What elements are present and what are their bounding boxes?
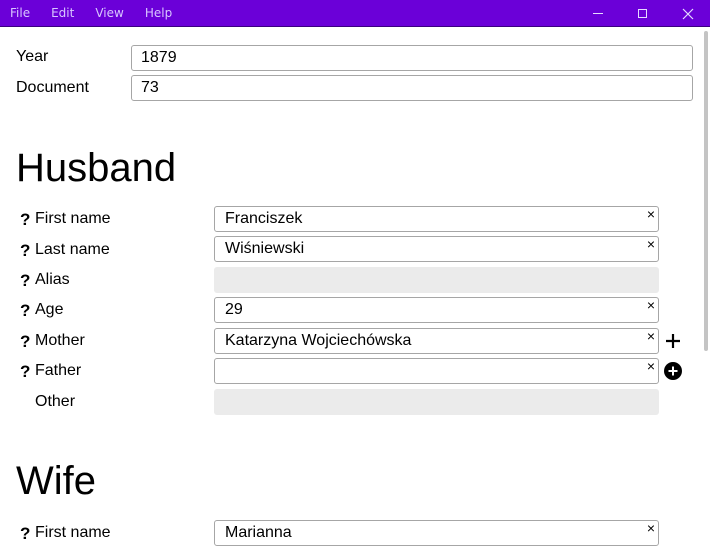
plus-circle-icon[interactable] bbox=[664, 362, 682, 380]
help-icon[interactable]: ? bbox=[20, 271, 30, 291]
husband-first-name-value: Franciszek bbox=[225, 210, 303, 227]
plus-icon[interactable] bbox=[664, 332, 682, 350]
wife-first-name-field[interactable]: Marianna × bbox=[214, 520, 659, 546]
husband-last-name-label: Last name bbox=[35, 241, 110, 258]
maximize-icon[interactable] bbox=[620, 0, 665, 27]
husband-alias-field bbox=[214, 267, 659, 293]
wife-heading: Wife bbox=[16, 459, 96, 503]
help-icon[interactable]: ? bbox=[20, 362, 30, 382]
help-icon[interactable]: ? bbox=[20, 210, 30, 230]
husband-mother-label: Mother bbox=[35, 332, 85, 349]
husband-father-label: Father bbox=[35, 362, 82, 379]
menu-help[interactable]: Help bbox=[145, 6, 172, 20]
husband-first-name-label: First name bbox=[35, 210, 111, 227]
husband-age-label: Age bbox=[35, 301, 64, 318]
menu-edit[interactable]: Edit bbox=[51, 6, 74, 20]
husband-father-field[interactable]: × bbox=[214, 358, 659, 384]
husband-other-field bbox=[214, 389, 659, 415]
help-icon[interactable]: ? bbox=[20, 332, 30, 352]
year-input[interactable]: 1879 bbox=[131, 45, 693, 71]
help-icon[interactable]: ? bbox=[20, 524, 30, 544]
help-icon[interactable]: ? bbox=[20, 241, 30, 261]
husband-last-name-value: Wiśniewski bbox=[225, 240, 305, 257]
title-bar: File Edit View Help bbox=[0, 0, 710, 27]
husband-age-field[interactable]: 29 × bbox=[214, 297, 659, 323]
husband-mother-field[interactable]: Katarzyna Wojciechówska × bbox=[214, 328, 659, 354]
year-label: Year bbox=[16, 48, 49, 65]
clear-icon[interactable]: × bbox=[647, 358, 655, 374]
menu-view[interactable]: View bbox=[95, 6, 123, 20]
clear-icon[interactable]: × bbox=[647, 328, 655, 344]
wife-first-name-value: Marianna bbox=[225, 524, 292, 541]
clear-icon[interactable]: × bbox=[647, 297, 655, 313]
document-input[interactable]: 73 bbox=[131, 75, 693, 101]
husband-other-label: Other bbox=[35, 393, 76, 410]
husband-age-value: 29 bbox=[225, 301, 243, 318]
document-label: Document bbox=[16, 79, 89, 96]
window-controls bbox=[575, 0, 710, 27]
husband-last-name-field[interactable]: Wiśniewski × bbox=[214, 236, 659, 262]
husband-mother-value: Katarzyna Wojciechówska bbox=[225, 332, 412, 349]
husband-heading: Husband bbox=[16, 146, 177, 190]
menu-file[interactable]: File bbox=[10, 6, 30, 20]
clear-icon[interactable]: × bbox=[647, 520, 655, 536]
help-icon[interactable]: ? bbox=[20, 301, 30, 321]
minimize-icon[interactable] bbox=[575, 0, 620, 27]
husband-first-name-field[interactable]: Franciszek × bbox=[214, 206, 659, 232]
husband-alias-label: Alias bbox=[35, 271, 70, 288]
scrollbar[interactable] bbox=[704, 31, 708, 351]
clear-icon[interactable]: × bbox=[647, 236, 655, 252]
menu-bar: File Edit View Help bbox=[10, 6, 193, 20]
close-icon[interactable] bbox=[665, 0, 710, 27]
wife-first-name-label: First name bbox=[35, 524, 111, 541]
clear-icon[interactable]: × bbox=[647, 206, 655, 222]
